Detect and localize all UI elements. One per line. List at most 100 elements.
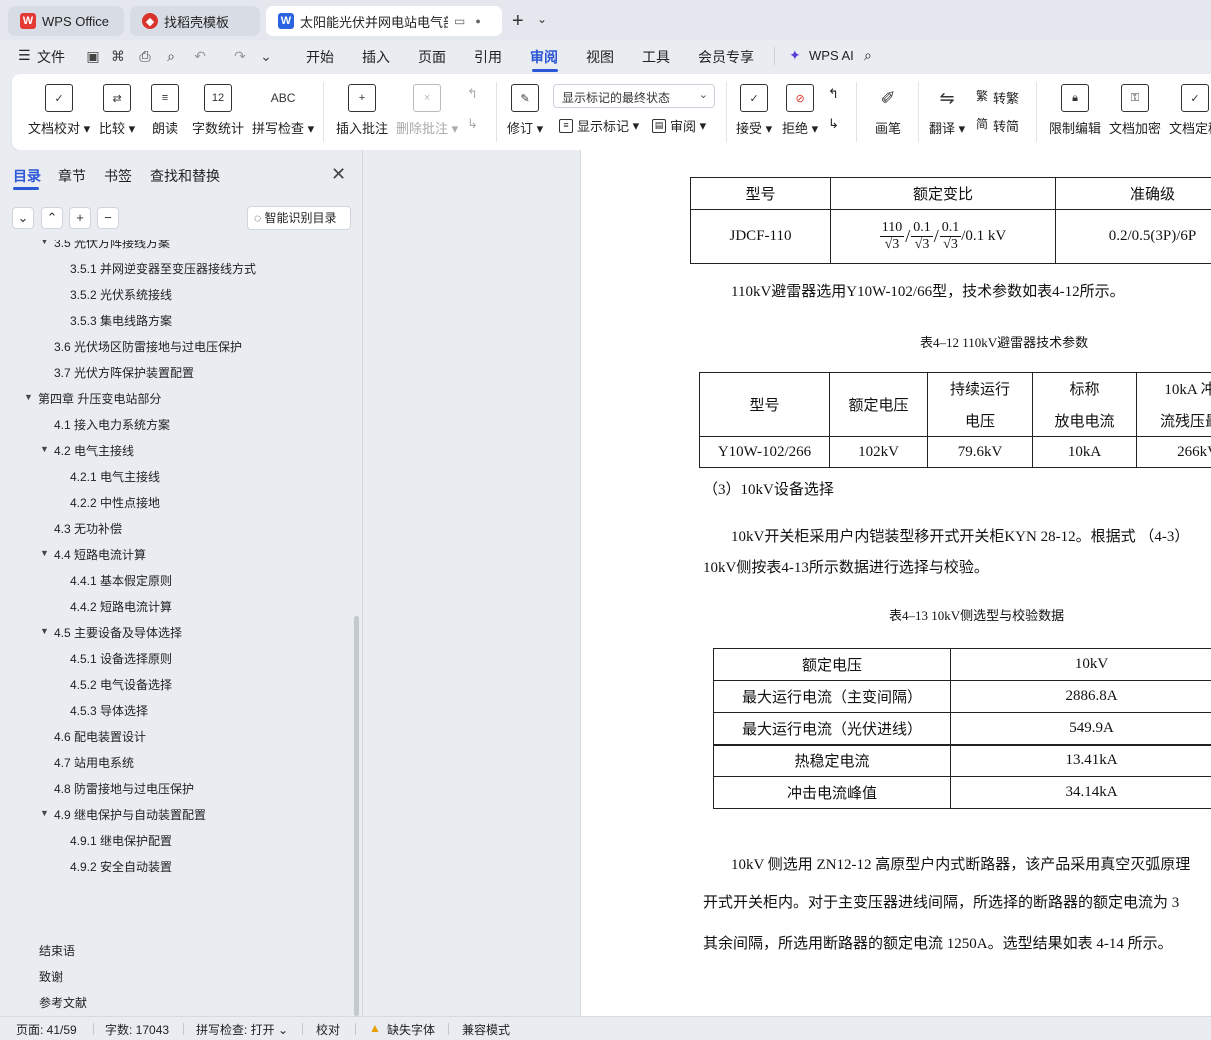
expand-down-button[interactable]: ⌄ xyxy=(12,207,34,229)
proof-status[interactable]: 校对 xyxy=(316,1021,340,1038)
word-count-indicator[interactable]: 字数: 17043 xyxy=(105,1021,169,1038)
to-traditional-button[interactable]: 繁 转繁 xyxy=(975,88,1019,107)
toc-item[interactable]: 致谢 xyxy=(39,968,63,985)
expand-arrow-icon[interactable]: ▼ xyxy=(40,444,49,454)
review-pane-button[interactable]: ▤ 审阅 ▾ xyxy=(652,116,706,135)
print-preview-icon[interactable]: ⌕ xyxy=(163,48,179,64)
toc-item[interactable]: 4.3 无功补偿 xyxy=(0,520,350,540)
nav-scrollbar[interactable] xyxy=(354,616,359,1016)
toc-item[interactable]: ▼ 4.5 主要设备及导体选择 xyxy=(0,624,350,644)
close-icon[interactable]: ✕ xyxy=(331,164,346,185)
tab-chapters[interactable]: 章节 xyxy=(58,166,86,186)
reject-button[interactable]: ⊘ 拒绝 ▾ xyxy=(782,84,818,137)
menu-page[interactable]: 页面 xyxy=(418,47,446,67)
restrict-edit-button[interactable]: 🔒︎ 限制编辑 xyxy=(1049,84,1101,137)
prev-change-icon[interactable]: ↰ xyxy=(828,86,839,102)
to-simplified-button[interactable]: 简 转简 xyxy=(975,116,1019,135)
page-indicator[interactable]: 页面: 41/59 xyxy=(16,1021,77,1038)
undo-icon[interactable]: ↶ xyxy=(192,48,208,64)
toc-item[interactable]: 参考文献 xyxy=(39,994,87,1011)
translate-button[interactable]: ⇋ 翻译 ▾ xyxy=(929,84,965,137)
tab-current-document[interactable]: W 太阳能光伏并网电站电气部分 ▭ ● xyxy=(266,6,502,36)
toc-item[interactable]: 4.7 站用电系统 xyxy=(0,754,350,774)
markup-state-select[interactable]: 显示标记的最终状态 ⌄ xyxy=(553,84,715,108)
toc-item[interactable]: 3.5.1 并网逆变器至变压器接线方式 xyxy=(0,260,350,280)
unsaved-dot-icon[interactable]: ● xyxy=(475,16,480,26)
show-markup-button[interactable]: ≡ 显示标记 ▾ xyxy=(559,116,639,135)
toc-item[interactable]: 4.8 防雷接地与过电压保护 xyxy=(0,780,350,800)
insert-comment-button[interactable]: + 插入批注 xyxy=(336,84,388,137)
toc-item[interactable]: 4.4.1 基本假定原则 xyxy=(0,572,350,592)
accept-button[interactable]: ✓ 接受 ▾ xyxy=(736,84,772,137)
missing-font-status[interactable]: 缺失字体 xyxy=(387,1021,435,1038)
collapse-up-button[interactable]: ⌃ xyxy=(41,207,63,229)
revise-button[interactable]: ✎ 修订 ▾ xyxy=(507,84,543,137)
next-comment-icon[interactable]: ↳ xyxy=(467,116,478,132)
monitor-icon[interactable]: ▭ xyxy=(454,14,465,28)
toc-item[interactable]: ▼ 3.5 光伏方阵接线方案 xyxy=(0,240,350,254)
share-icon[interactable]: ⌘ xyxy=(110,48,126,64)
search-icon[interactable]: ⌕ xyxy=(864,47,872,64)
toc-item[interactable]: 4.9.1 继电保护配置 xyxy=(0,832,350,852)
toc-item[interactable]: 3.6 光伏场区防雷接地与过电压保护 xyxy=(0,338,350,358)
toc-item[interactable]: 4.2.2 中性点接地 xyxy=(0,494,350,514)
menu-file[interactable]: 文件 xyxy=(37,47,65,67)
menu-member[interactable]: 会员专享 xyxy=(698,47,754,67)
toc-item[interactable]: 3.5.3 集电线路方案 xyxy=(0,312,350,332)
doc-check-button[interactable]: ✓ 文档校对 ▾ xyxy=(28,84,90,137)
document-page[interactable]: 型号 额定变比 准确级 JDCF-110 110 √3/0.1 √3/0.1 √3/0… xyxy=(580,150,1211,1016)
toc-item[interactable]: ▼ 第四章 升压变电站部分 xyxy=(0,390,350,410)
tab-find-replace[interactable]: 查找和替换 xyxy=(150,166,220,186)
expand-arrow-icon[interactable]: ▼ xyxy=(40,808,49,818)
wps-ai-icon[interactable]: ✦ xyxy=(789,47,801,64)
toc-item[interactable]: 结束语 xyxy=(39,942,75,959)
toc-item[interactable]: 4.5.3 导体选择 xyxy=(0,702,350,722)
expand-arrow-icon[interactable]: ▼ xyxy=(40,548,49,558)
toc-item[interactable]: 4.5.2 电气设备选择 xyxy=(0,676,350,696)
tab-wps-office[interactable]: W WPS Office xyxy=(8,6,124,36)
menu-view[interactable]: 视图 xyxy=(586,47,614,67)
word-count-button[interactable]: 12 字数统计 xyxy=(192,84,244,137)
toc-item[interactable]: 4.5.1 设备选择原则 xyxy=(0,650,350,670)
toc-item[interactable]: 4.9.2 安全自动装置 xyxy=(0,858,350,878)
next-change-icon[interactable]: ↳ xyxy=(828,116,839,132)
tab-toc[interactable]: 目录 xyxy=(13,166,41,186)
expand-arrow-icon[interactable]: ▼ xyxy=(24,392,33,402)
delete-comment-button[interactable]: × 删除批注 ▾ xyxy=(396,84,458,137)
toc-item[interactable]: ▼ 4.2 电气主接线 xyxy=(0,442,350,462)
compare-button[interactable]: ⇄ 比较 ▾ xyxy=(99,84,135,137)
menu-references[interactable]: 引用 xyxy=(474,47,502,67)
menu-wps-ai[interactable]: WPS AI xyxy=(809,48,854,63)
expand-arrow-icon[interactable]: ▼ xyxy=(40,626,49,636)
tab-docer-templates[interactable]: ◆ 找稻壳模板 xyxy=(130,6,260,36)
menu-tools[interactable]: 工具 xyxy=(642,47,670,67)
prev-comment-icon[interactable]: ↰ xyxy=(467,86,478,102)
spell-check-button[interactable]: ABC 拼写检查 ▾ xyxy=(252,84,314,137)
compat-mode-status[interactable]: 兼容模式 xyxy=(462,1021,510,1038)
pen-button[interactable]: ✐ 画笔 xyxy=(874,84,902,137)
toc-item[interactable]: ▼ 4.9 继电保护与自动装置配置 xyxy=(0,806,350,826)
menu-icon[interactable]: ☰ xyxy=(18,47,31,64)
toc-item[interactable]: ▼ 4.4 短路电流计算 xyxy=(0,546,350,566)
expand-arrow-icon[interactable]: ▼ xyxy=(40,240,49,246)
spell-check-status[interactable]: 拼写检查: 打开 ⌄ xyxy=(196,1021,288,1038)
finalize-button[interactable]: ✓ 文档定稿 xyxy=(1169,84,1211,137)
toc-item[interactable]: 3.5.2 光伏系统接线 xyxy=(0,286,350,306)
encrypt-button[interactable]: ⚿ 文档加密 xyxy=(1109,84,1161,137)
remove-heading-button[interactable]: − xyxy=(97,207,119,229)
tab-list-chevron-icon[interactable]: ⌄ xyxy=(537,12,547,26)
toc-item[interactable]: 4.6 配电装置设计 xyxy=(0,728,350,748)
save-icon[interactable]: ▣ xyxy=(85,48,101,64)
redo-icon[interactable]: ↷ xyxy=(232,48,248,64)
quick-access-more-icon[interactable]: ⌄ xyxy=(258,48,274,64)
tab-bookmarks[interactable]: 书签 xyxy=(104,166,132,186)
menu-start[interactable]: 开始 xyxy=(306,47,334,67)
toc-item[interactable]: 4.4.2 短路电流计算 xyxy=(0,598,350,618)
print-icon[interactable]: ⎙ xyxy=(137,48,153,64)
menu-insert[interactable]: 插入 xyxy=(362,47,390,67)
smart-toc-button[interactable]: ◌ 智能识别目录 xyxy=(247,206,351,230)
toc-item[interactable]: 4.1 接入电力系统方案 xyxy=(0,416,350,436)
toc-item[interactable]: 3.7 光伏方阵保护装置配置 xyxy=(0,364,350,384)
new-tab-plus-icon[interactable]: + xyxy=(512,10,524,33)
add-heading-button[interactable]: + xyxy=(69,207,91,229)
